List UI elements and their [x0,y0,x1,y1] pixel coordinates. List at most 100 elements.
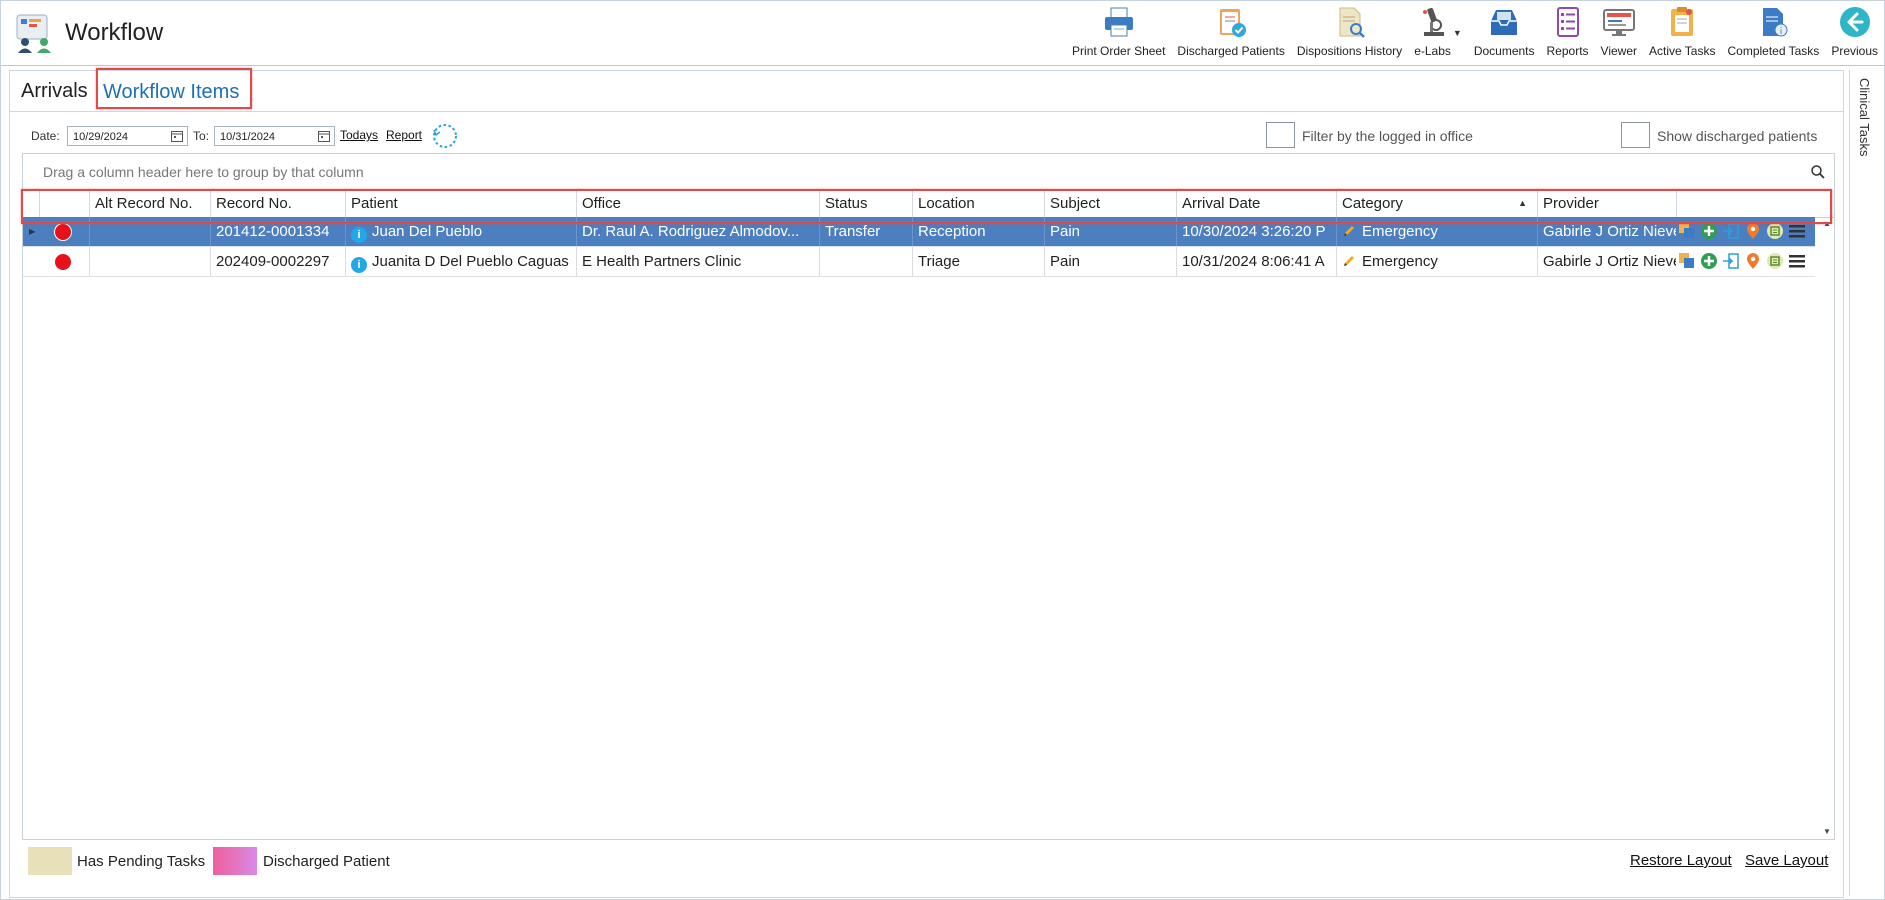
documents-label: Documents [1473,44,1535,58]
date-from-input[interactable]: 10/29/2024 [67,126,188,146]
clipboard-check-icon [1220,9,1247,37]
clinical-tasks-label: Clinical Tasks [1857,78,1872,157]
svg-text:i: i [1780,27,1783,37]
cell-provider: Gabirle J Ortiz Nieve [1537,217,1676,246]
print-order-sheet-button[interactable]: Print Order Sheet [1066,1,1171,65]
header-category[interactable]: Category ▲ [1336,190,1537,217]
vertical-scrollbar[interactable]: ▲ ▼ [1820,217,1834,838]
notes-icon[interactable] [1765,251,1785,271]
inbox-tray-icon [1491,10,1518,35]
active-tasks-button[interactable]: Active Tasks [1643,1,1721,65]
patient-info-icon[interactable]: i [351,227,367,243]
scroll-up-icon[interactable]: ▲ [1823,219,1831,228]
current-row-indicator-icon: ▶ [29,227,36,236]
restore-layout-link[interactable]: Restore Layout [1630,852,1732,869]
calendar-icon[interactable] [318,130,330,142]
group-hint: Drag a column header here to group by th… [43,164,364,180]
cell-arrival-date: 10/31/2024 8:06:41 A [1176,247,1336,276]
category-value: Emergency [1362,253,1438,270]
header-location[interactable]: Location [912,190,1044,217]
reports-button[interactable]: Reports [1541,1,1595,65]
show-discharged-checkbox[interactable] [1621,122,1650,148]
header-office[interactable]: Office [576,190,819,217]
discharged-patients-button[interactable]: Discharged Patients [1171,1,1290,65]
notes-icon[interactable] [1765,221,1785,241]
table-row[interactable]: 202409-0002297 i Juanita D Del Pueblo Cag… [23,247,1815,277]
viewer-label: Viewer [1600,44,1638,58]
printer-icon [1104,7,1133,37]
previous-label: Previous [1831,44,1878,58]
copy-record-icon[interactable] [1677,251,1697,271]
completed-doc-icon: i [1763,8,1788,37]
dispositions-history-button[interactable]: Dispositions History [1291,1,1408,65]
app-window: Workflow Print Order Sheet Discharged Pa… [0,0,1885,900]
search-icon[interactable] [1810,164,1826,180]
row-actions [1677,251,1807,271]
date-label: Date: [31,129,60,143]
tab-arrivals[interactable]: Arrivals [21,80,88,103]
header-record[interactable]: Record No. [210,190,345,217]
documents-button[interactable]: Documents [1468,1,1541,65]
group-by-panel[interactable]: Drag a column header here to group by th… [23,154,1834,191]
cell-record: 202409-0002297 [210,247,345,276]
cell-category: Emergency [1336,217,1537,246]
show-discharged-label: Show discharged patients [1657,128,1818,144]
e-labs-button[interactable]: e-Labs [1408,1,1457,65]
patient-name: Juanita D Del Pueblo Caguas [372,253,569,270]
cell-alt-record [89,247,210,276]
location-pin-icon[interactable] [1743,251,1763,271]
add-icon[interactable] [1699,251,1719,271]
patient-info-icon[interactable]: i [351,257,367,273]
back-arrow-icon [1839,7,1870,37]
date-to-value: 10/31/2024 [220,131,276,143]
report-list-icon [1556,7,1579,37]
filter-office-checkbox[interactable] [1266,122,1295,148]
date-to-input[interactable]: 10/31/2024 [214,126,335,146]
location-pin-icon[interactable] [1743,221,1763,241]
transfer-icon[interactable] [1721,221,1741,241]
todays-link[interactable]: Todays [340,128,378,142]
completed-tasks-button[interactable]: i Completed Tasks [1721,1,1825,65]
pending-tasks-swatch [28,847,72,875]
header-alt-record[interactable]: Alt Record No. [89,190,210,217]
date-to-label: To: [193,129,210,143]
refresh-icon[interactable] [431,122,459,150]
header-status[interactable]: Status [819,190,912,217]
pencil-icon [1344,226,1354,236]
header-subject[interactable]: Subject [1044,190,1176,217]
previous-button[interactable]: Previous [1825,1,1884,65]
menu-icon[interactable] [1787,251,1807,271]
toolbar: Print Order Sheet Discharged Patients Di… [1066,1,1884,65]
app-header: Workflow Print Order Sheet Discharged Pa… [1,1,1884,66]
date-from-value: 10/29/2024 [73,131,129,143]
column-header-row: Alt Record No. Record No. Patient Office… [23,190,1834,218]
calendar-icon[interactable] [171,130,183,142]
viewer-button[interactable]: Viewer [1595,1,1643,65]
table-row[interactable]: ▶ 201412-0001334 i Juan Del Pueblo Dr. Ra… [23,217,1815,247]
header-patient[interactable]: Patient [345,190,576,217]
menu-icon[interactable] [1787,221,1807,241]
pending-tasks-label: Has Pending Tasks [77,853,206,870]
cell-alt-record [89,217,210,246]
patient-name: Juan Del Pueblo [372,223,483,240]
report-link[interactable]: Report [386,128,422,142]
cell-subject: Pain [1044,217,1176,246]
header-provider[interactable]: Provider [1537,190,1676,217]
status-dot-icon [55,254,71,270]
header-arrival-date[interactable]: Arrival Date [1176,190,1336,217]
cell-arrival-date: 10/30/2024 3:26:20 P [1176,217,1336,246]
clinical-tasks-panel[interactable]: Clinical Tasks [1849,70,1885,896]
header-status-dot[interactable] [39,190,89,217]
scroll-down-icon[interactable]: ▼ [1823,827,1831,836]
save-layout-link[interactable]: Save Layout [1745,852,1828,869]
monitor-icon [1602,9,1635,36]
add-icon[interactable] [1699,221,1719,241]
copy-record-icon[interactable] [1677,221,1697,241]
cell-office: Dr. Raul A. Rodriguez Almodov... [576,217,819,246]
reports-label: Reports [1546,44,1589,58]
transfer-icon[interactable] [1721,251,1741,271]
cell-category: Emergency [1336,247,1537,276]
tab-workflow-items[interactable]: Workflow Items [97,81,245,104]
e-labs-dropdown-caret-icon[interactable]: ▼ [1453,28,1462,38]
discharged-patients-label: Discharged Patients [1177,44,1285,58]
